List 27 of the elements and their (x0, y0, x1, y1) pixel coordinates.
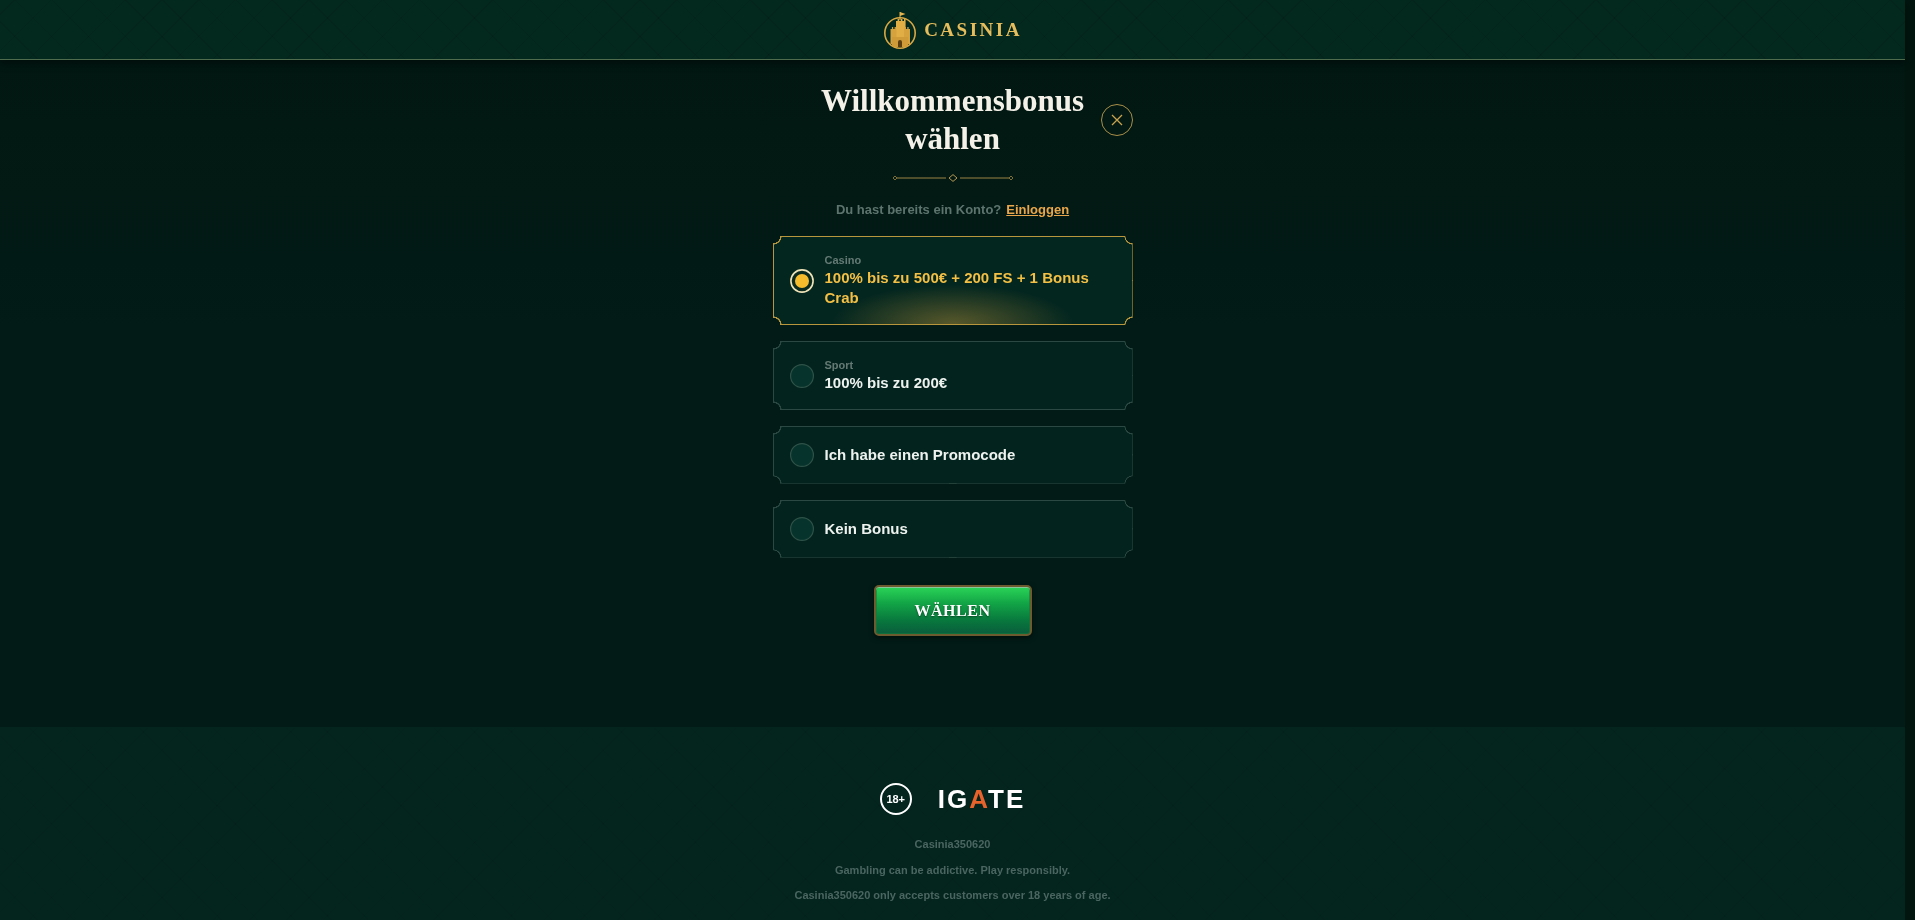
login-question: Du hast bereits ein Konto? (835, 201, 1002, 219)
option-text: Kein Bonus (824, 519, 909, 539)
bonus-option[interactable]: Casino 100% bis zu 500€ + 200 FS + 1 Bonus Crab (772, 236, 1133, 325)
bonus-option[interactable]: Kein Bonus (772, 500, 1133, 558)
option-text: 100% bis zu 500€ + 200 FS + 1 Bonus Crab (824, 268, 1090, 308)
age-policy-text: Casinia350620 only accepts customers over 18 years of age. (794, 888, 1111, 903)
option-category: Sport (824, 358, 855, 373)
radio-empty-icon[interactable] (789, 443, 814, 467)
bonus-option[interactable]: Sport 100% bis zu 200€ (772, 341, 1133, 410)
option-category: Casino (824, 253, 863, 268)
option-text: 100% bis zu 200€ (824, 373, 949, 393)
dialog-title: Willkommensbonus wählen (820, 82, 1085, 158)
brand-name[interactable]: CASINIA (924, 18, 1022, 41)
license-code-text: Casinia350620 (914, 837, 991, 852)
login-link[interactable]: Einloggen (1006, 201, 1070, 219)
divider-ornament-icon (892, 174, 1013, 182)
radio-empty-icon[interactable] (789, 363, 814, 388)
age-restriction-badge: 18+ (879, 783, 912, 815)
partner-logo[interactable]: IGATE (937, 784, 1026, 814)
option-text: Ich habe einen Promocode (824, 445, 1017, 465)
select-button[interactable]: WÄHLEN (873, 585, 1032, 636)
gambling-warning-text: Gambling can be addictive. Play responsibly. (834, 862, 1071, 878)
bonus-option[interactable]: Ich habe einen Promocode (772, 426, 1133, 484)
radio-selected-icon[interactable] (789, 268, 814, 293)
radio-empty-icon[interactable] (789, 517, 814, 541)
close-icon (1110, 114, 1123, 126)
castle-logo-icon[interactable] (883, 9, 918, 50)
